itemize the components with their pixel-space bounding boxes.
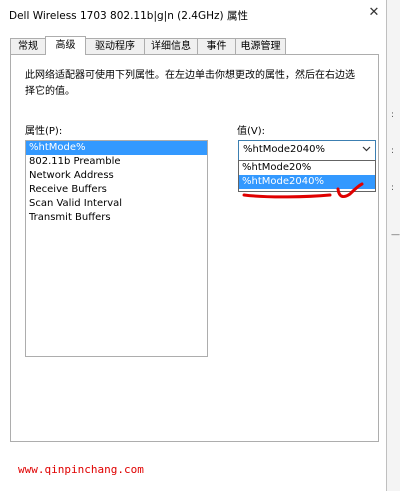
red-underline-annotation: [242, 182, 364, 199]
property-item-scan-valid-interval[interactable]: Scan Valid Interval: [26, 197, 207, 211]
tab-general[interactable]: 常规: [10, 38, 46, 54]
watermark: www.qinpinchang.com: [18, 463, 144, 476]
background-window-mark: —: [391, 230, 400, 240]
value-label: 值(V):: [237, 126, 266, 137]
tab-advanced[interactable]: 高级: [45, 36, 86, 55]
property-listbox[interactable]: %htMode% 802.11b Preamble Network Addres…: [25, 140, 208, 357]
close-icon[interactable]: ✕: [362, 2, 386, 24]
property-item-htmode[interactable]: %htMode%: [26, 141, 207, 155]
property-item-receive-buffers[interactable]: Receive Buffers: [26, 183, 207, 197]
background-window-mark: :: [391, 183, 395, 193]
property-item-network-address[interactable]: Network Address: [26, 169, 207, 183]
property-item-preamble[interactable]: 802.11b Preamble: [26, 155, 207, 169]
tab-power-management[interactable]: 电源管理: [235, 38, 286, 54]
background-window-mark: :: [391, 146, 395, 156]
tab-events[interactable]: 事件: [197, 38, 236, 54]
tab-details[interactable]: 详细信息: [144, 38, 198, 54]
property-item-transmit-buffers[interactable]: Transmit Buffers: [26, 211, 207, 225]
property-label: 属性(P):: [25, 126, 63, 137]
description-text: 此网络适配器可使用下列属性。在左边单击你想更改的属性，然后在右边选择它的值。: [25, 70, 355, 97]
window-title: Dell Wireless 1703 802.11b|g|n (2.4GHz) …: [9, 10, 248, 22]
value-current: %htMode2040%: [243, 144, 325, 155]
background-window-edge: [387, 0, 400, 491]
tab-driver[interactable]: 驱动程序: [85, 38, 145, 54]
value-combobox[interactable]: %htMode2040%: [238, 140, 376, 161]
properties-dialog: Dell Wireless 1703 802.11b|g|n (2.4GHz) …: [0, 0, 387, 491]
chevron-down-icon[interactable]: [359, 143, 373, 157]
background-window-mark: :: [391, 110, 395, 120]
title-bar: Dell Wireless 1703 802.11b|g|n (2.4GHz) …: [0, 0, 386, 30]
value-option-htmode20[interactable]: %htMode20%: [239, 161, 375, 175]
